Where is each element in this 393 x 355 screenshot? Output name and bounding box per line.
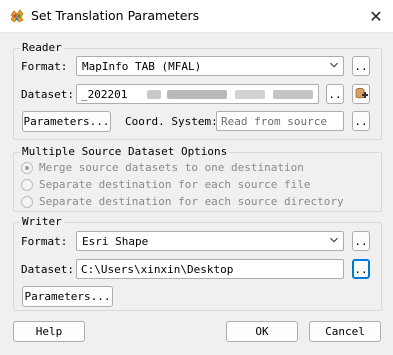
fme-workbench-icon <box>10 9 24 23</box>
redacted-text <box>273 90 313 99</box>
coord-system-browse-button[interactable]: .. <box>352 111 370 131</box>
coord-system-label: Coord. System: <box>125 115 218 128</box>
radio-label: Separate destination for each source dir… <box>39 195 344 208</box>
radio-label: Merge source datasets to one destination <box>39 161 304 174</box>
redacted-text <box>167 90 227 99</box>
ok-button[interactable]: OK <box>226 321 298 342</box>
writer-parameters-button[interactable]: Parameters... <box>22 286 113 307</box>
reader-section-label: Reader <box>20 41 64 54</box>
help-button[interactable]: Help <box>13 321 85 342</box>
coord-system-placeholder: Read from source <box>221 115 327 128</box>
writer-dataset-label: Dataset: <box>21 263 74 276</box>
reader-format-browse-button[interactable]: .. <box>352 56 370 76</box>
add-dataset-button[interactable] <box>352 84 370 104</box>
writer-format-select[interactable]: Esri Shape <box>76 231 344 251</box>
radio-separate-per-directory[interactable]: Separate destination for each source dir… <box>21 194 344 209</box>
radio-button[interactable] <box>21 195 33 208</box>
reader-dataset-field[interactable]: _202201 <box>76 84 319 104</box>
redacted-text <box>147 90 161 99</box>
close-icon: ✕ <box>369 6 383 26</box>
radio-label: Separate destination for each source fil… <box>39 178 311 191</box>
radio-separate-per-file[interactable]: Separate destination for each source fil… <box>21 177 311 192</box>
coord-system-field[interactable]: Read from source <box>216 111 344 131</box>
reader-format-value: MapInfo TAB (MFAL) <box>82 60 202 73</box>
chevron-down-icon <box>330 237 338 243</box>
reader-dataset-label: Dataset: <box>21 88 74 101</box>
redacted-text <box>235 90 265 99</box>
reader-parameters-button[interactable]: Parameters... <box>22 111 111 132</box>
writer-dataset-value: C:\Users\xinxin\Desktop <box>81 263 234 276</box>
reader-dataset-browse-button[interactable]: .. <box>326 84 344 104</box>
radio-button[interactable] <box>21 161 33 174</box>
chevron-down-icon <box>330 62 338 68</box>
writer-dataset-browse-button[interactable]: .. <box>352 259 370 279</box>
title-bar: Set Translation Parameters ✕ <box>0 0 393 33</box>
add-database-icon <box>355 88 368 99</box>
close-button[interactable]: ✕ <box>364 5 388 27</box>
writer-format-browse-button[interactable]: .. <box>352 231 370 251</box>
reader-format-select[interactable]: MapInfo TAB (MFAL) <box>76 56 344 76</box>
writer-format-value: Esri Shape <box>82 235 149 248</box>
reader-dataset-value: _202201 <box>81 88 128 101</box>
writer-dataset-field[interactable]: C:\Users\xinxin\Desktop <box>76 259 344 279</box>
radio-button[interactable] <box>21 178 33 191</box>
writer-section-label: Writer <box>20 215 64 228</box>
radio-merge-destination[interactable]: Merge source datasets to one destination <box>21 160 304 175</box>
writer-format-label: Format: <box>21 235 68 248</box>
window-title: Set Translation Parameters <box>31 8 200 23</box>
cancel-button[interactable]: Cancel <box>309 321 381 342</box>
reader-format-label: Format: <box>21 60 68 73</box>
multiple-source-section-label: Multiple Source Dataset Options <box>20 145 230 158</box>
